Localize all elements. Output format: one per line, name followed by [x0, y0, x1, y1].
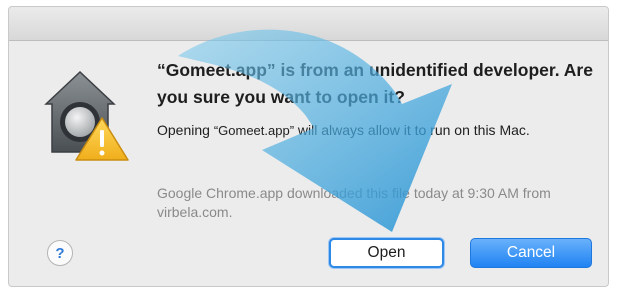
gatekeeper-caution-icon — [40, 66, 130, 162]
help-button[interactable]: ? — [47, 240, 73, 266]
message-app-name: “Gomeet.app” — [213, 123, 295, 138]
cancel-button[interactable]: Cancel — [470, 238, 592, 268]
dialog-message: Opening “Gomeet.app” will always allow i… — [157, 121, 557, 140]
message-suffix: will always allow it to run on this Mac. — [294, 122, 530, 138]
dialog-title: “Gomeet.app” is from an unidentified dev… — [157, 60, 593, 107]
dialog-titlebar — [9, 7, 608, 41]
download-source-text: Google Chrome.app downloaded this file t… — [157, 185, 551, 220]
open-button[interactable]: Open — [329, 238, 444, 268]
message-prefix: Opening — [157, 122, 214, 138]
